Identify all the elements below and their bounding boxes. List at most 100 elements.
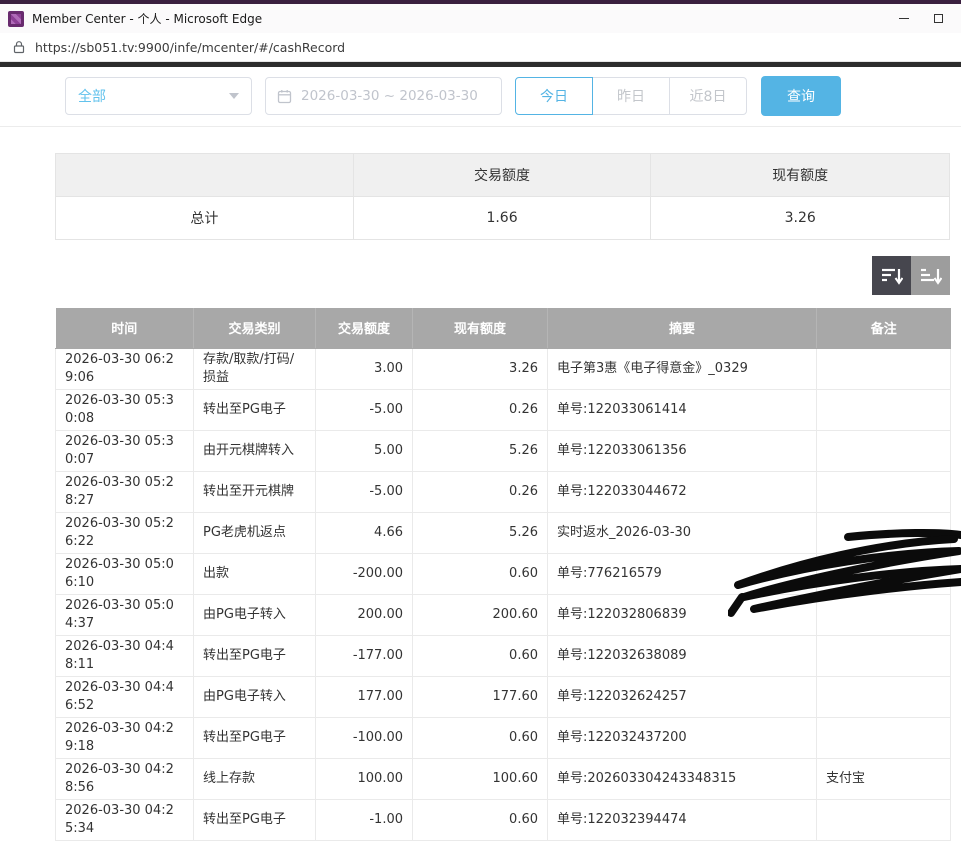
- cell-time: 2026-03-30 04:25:34: [56, 799, 194, 840]
- cell-remark: [817, 799, 951, 840]
- cell-summary: 单号:122032394474: [548, 799, 817, 840]
- cell-type: 转出至PG电子: [194, 389, 316, 430]
- summary-total-row: 总计 1.66 3.26: [56, 197, 950, 240]
- cash-record-section: 时间 交易类别 交易额度 现有额度 摘要 备注 2026-03-30 06:29…: [55, 308, 950, 841]
- cell-balance: 5.26: [413, 430, 548, 471]
- cell-summary: 单号:122032638089: [548, 635, 817, 676]
- cell-amount: 4.66: [316, 512, 413, 553]
- sort-descending-icon: [881, 266, 903, 286]
- category-select[interactable]: 全部: [65, 77, 252, 115]
- cell-balance: 177.60: [413, 676, 548, 717]
- cell-summary: 单号:122033061414: [548, 389, 817, 430]
- cell-type: 转出至PG电子: [194, 799, 316, 840]
- cell-time: 2026-03-30 04:28:56: [56, 758, 194, 799]
- cell-type: 存款/取款/打码/损益: [194, 348, 316, 389]
- cell-type: 由开元棋牌转入: [194, 430, 316, 471]
- cell-amount: -200.00: [316, 553, 413, 594]
- cell-balance: 0.60: [413, 553, 548, 594]
- url-text: https://sb051.tv:9900/infe/mcenter/#/cas…: [35, 40, 345, 55]
- quick-btn-yesterday[interactable]: 昨日: [592, 77, 670, 115]
- site-security-icon: [12, 40, 26, 54]
- table-row: 2026-03-30 05:28:27转出至开元棋牌-5.000.26单号:12…: [56, 471, 951, 512]
- quick-btn-today[interactable]: 今日: [515, 77, 593, 115]
- cell-time: 2026-03-30 05:30:07: [56, 430, 194, 471]
- cell-summary: 单号:122033061356: [548, 430, 817, 471]
- cell-balance: 200.60: [413, 594, 548, 635]
- col-header-summary: 摘要: [548, 308, 817, 348]
- cell-time: 2026-03-30 05:26:22: [56, 512, 194, 553]
- sort-ascending-icon: [920, 266, 942, 286]
- table-row: 2026-03-30 04:28:56线上存款100.00100.60单号:20…: [56, 758, 951, 799]
- minimize-button[interactable]: [887, 4, 921, 33]
- sort-descending-button[interactable]: [872, 256, 911, 295]
- table-row: 2026-03-30 04:29:18转出至PG电子-100.000.60单号:…: [56, 717, 951, 758]
- cell-amount: 200.00: [316, 594, 413, 635]
- col-header-balance: 现有额度: [413, 308, 548, 348]
- window-titlebar: Member Center - 个人 - Microsoft Edge: [0, 4, 961, 33]
- cell-balance: 3.26: [413, 348, 548, 389]
- cell-balance: 0.26: [413, 471, 548, 512]
- cell-type: PG老虎机返点: [194, 512, 316, 553]
- table-row: 2026-03-30 05:26:22PG老虎机返点4.665.26实时返水_2…: [56, 512, 951, 553]
- cell-summary: 实时返水_2026-03-30: [548, 512, 817, 553]
- cell-remark: [817, 389, 951, 430]
- maximize-button[interactable]: [921, 4, 955, 33]
- summary-trade-total: 1.66: [353, 197, 651, 240]
- table-row: 2026-03-30 04:48:11转出至PG电子-177.000.60单号:…: [56, 635, 951, 676]
- cell-time: 2026-03-30 05:28:27: [56, 471, 194, 512]
- cell-summary: 单号:122032624257: [548, 676, 817, 717]
- cell-remark: [817, 471, 951, 512]
- summary-table: 交易额度 现有额度 总计 1.66 3.26: [55, 153, 950, 240]
- cell-remark: [817, 676, 951, 717]
- cell-type: 出款: [194, 553, 316, 594]
- sort-ascending-button[interactable]: [911, 256, 950, 295]
- cell-type: 由PG电子转入: [194, 676, 316, 717]
- cell-remark: [817, 430, 951, 471]
- cell-summary: 单号:122032437200: [548, 717, 817, 758]
- cell-amount: -1.00: [316, 799, 413, 840]
- cell-summary: 单号:776216579: [548, 553, 817, 594]
- quick-range-group: 今日 昨日 近8日: [515, 77, 747, 115]
- maximize-icon: [934, 14, 943, 23]
- cell-amount: 5.00: [316, 430, 413, 471]
- col-header-remark: 备注: [817, 308, 951, 348]
- summary-header-balance: 现有额度: [651, 154, 950, 197]
- summary-section: 交易额度 现有额度 总计 1.66 3.26: [55, 153, 950, 240]
- cell-amount: 177.00: [316, 676, 413, 717]
- cell-remark: [817, 553, 951, 594]
- window-title: Member Center - 个人 - Microsoft Edge: [32, 10, 887, 27]
- date-range-input[interactable]: 2026-03-30 ~ 2026-03-30: [265, 77, 502, 115]
- table-row: 2026-03-30 05:06:10出款-200.000.60单号:77621…: [56, 553, 951, 594]
- cash-table-body: 2026-03-30 06:29:06存款/取款/打码/损益3.003.26电子…: [56, 348, 951, 840]
- calendar-icon: [277, 89, 292, 104]
- cell-type: 由PG电子转入: [194, 594, 316, 635]
- table-row: 2026-03-30 06:29:06存款/取款/打码/损益3.003.26电子…: [56, 348, 951, 389]
- sort-controls: [0, 256, 950, 295]
- cell-amount: 100.00: [316, 758, 413, 799]
- cell-time: 2026-03-30 06:29:06: [56, 348, 194, 389]
- cell-amount: -177.00: [316, 635, 413, 676]
- cell-remark: [817, 594, 951, 635]
- date-range-value: 2026-03-30 ~ 2026-03-30: [301, 88, 478, 104]
- summary-balance-total: 3.26: [651, 197, 950, 240]
- cell-summary: 单号:122033044672: [548, 471, 817, 512]
- cell-summary: 单号:122032806839: [548, 594, 817, 635]
- summary-header-row: 交易额度 现有额度: [56, 154, 950, 197]
- cell-time: 2026-03-30 04:48:11: [56, 635, 194, 676]
- summary-total-label: 总计: [56, 197, 354, 240]
- col-header-amount: 交易额度: [316, 308, 413, 348]
- cell-amount: -100.00: [316, 717, 413, 758]
- cell-type: 转出至PG电子: [194, 717, 316, 758]
- cell-remark: [817, 512, 951, 553]
- cell-balance: 0.26: [413, 389, 548, 430]
- cell-time: 2026-03-30 04:29:18: [56, 717, 194, 758]
- cell-remark: [817, 717, 951, 758]
- cell-time: 2026-03-30 04:46:52: [56, 676, 194, 717]
- table-header-row: 时间 交易类别 交易额度 现有额度 摘要 备注: [56, 308, 951, 348]
- cell-remark: [817, 348, 951, 389]
- cell-amount: -5.00: [316, 389, 413, 430]
- address-bar[interactable]: https://sb051.tv:9900/infe/mcenter/#/cas…: [0, 33, 961, 62]
- search-button[interactable]: 查询: [761, 76, 841, 116]
- quick-btn-last8days[interactable]: 近8日: [669, 77, 747, 115]
- table-row: 2026-03-30 05:30:08转出至PG电子-5.000.26单号:12…: [56, 389, 951, 430]
